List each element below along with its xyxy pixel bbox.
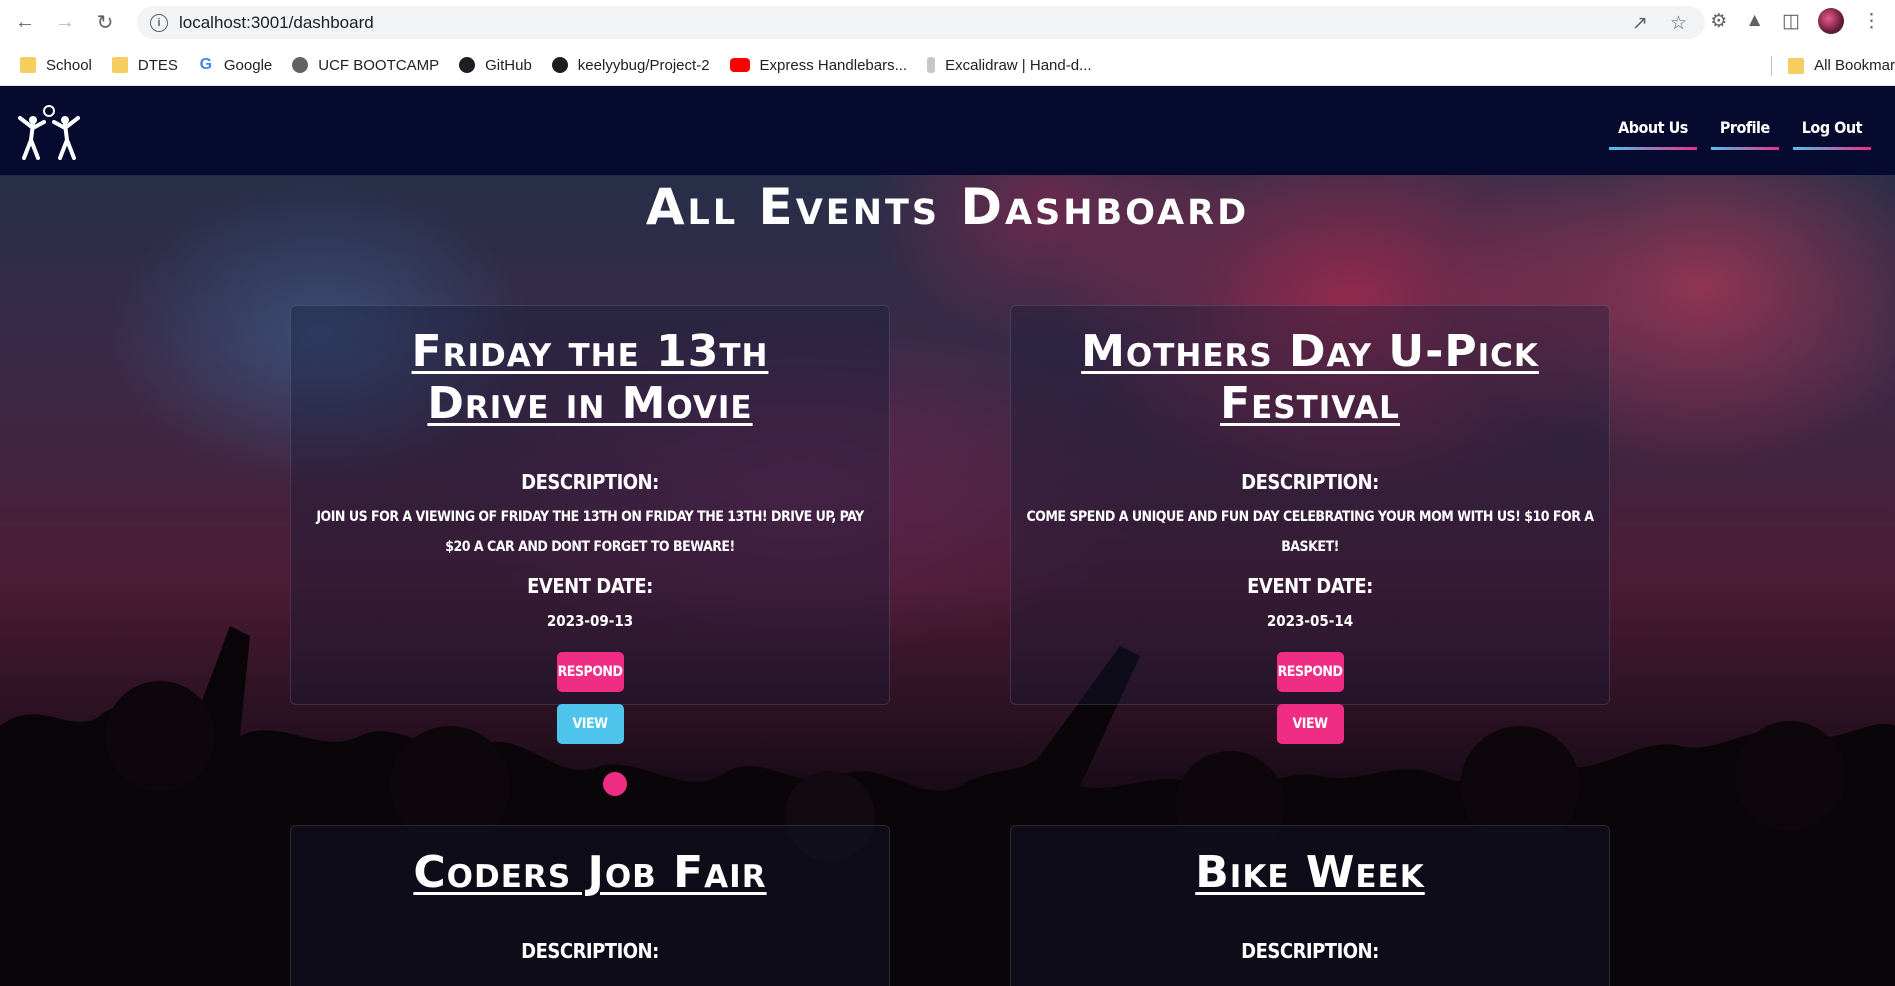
bookmark-ucf-bootcamp[interactable]: UCF BOOTCAMP	[292, 57, 439, 74]
excalidraw-icon	[927, 57, 936, 73]
description-label: Description:	[1241, 939, 1379, 963]
event-date-label: Event Date:	[1247, 574, 1373, 598]
bookmark-project-2[interactable]: keelyybug/Project-2	[551, 57, 710, 74]
page-background: About Us Profile Log Out All Events Dash…	[0, 86, 1895, 986]
bookmark-excalidraw[interactable]: Excalidraw | Hand-d...	[927, 57, 1092, 74]
bookmark-express-handlebars[interactable]: Express Handlebars...	[729, 57, 907, 74]
all-bookmarks[interactable]: All Bookmar	[1788, 57, 1895, 74]
description-label: Description:	[521, 470, 659, 494]
bookmark-google[interactable]: G Google	[198, 56, 273, 74]
reload-icon[interactable]: ↻	[90, 8, 120, 38]
back-icon[interactable]: ←	[10, 8, 40, 38]
event-date: 2023-05-14	[1266, 612, 1354, 630]
event-date: 2023-09-13	[546, 612, 634, 630]
folder-icon	[111, 57, 128, 73]
respond-button[interactable]: Respond	[556, 652, 624, 692]
profile-avatar[interactable]	[1818, 8, 1844, 34]
event-card-friday-13th: Friday the 13th Drive in Movie Descripti…	[290, 326, 890, 744]
globe-icon	[292, 57, 309, 73]
event-description: Come spend a unique and fun day celebrat…	[1026, 509, 1594, 555]
menu-icon[interactable]: ⋮	[1862, 10, 1881, 33]
view-button[interactable]: View	[1276, 704, 1344, 744]
dancers-logo-icon[interactable]	[16, 104, 82, 160]
page-title: All Events Dashboard	[645, 178, 1250, 236]
address-bar[interactable]: i localhost:3001/dashboard ↗ ☆	[137, 6, 1705, 39]
event-title[interactable]: Mothers Day U-Pick Festival	[1010, 326, 1610, 430]
event-title[interactable]: Coders Job Fair	[290, 847, 890, 899]
description-label: Description:	[521, 939, 659, 963]
url-text[interactable]: localhost:3001/dashboard	[179, 13, 374, 33]
bookmark-github[interactable]: GitHub	[459, 57, 532, 74]
nav-profile[interactable]: Profile	[1710, 110, 1779, 150]
youtube-icon	[729, 58, 750, 72]
event-date-label: Event Date:	[527, 574, 653, 598]
bookmark-dtes[interactable]: DTES	[111, 57, 178, 74]
folder-icon	[20, 57, 36, 73]
site-info-icon[interactable]: i	[150, 13, 168, 32]
respond-button[interactable]: Respond	[1276, 652, 1344, 692]
description-label: Description:	[1241, 470, 1379, 494]
event-card-mothers-day: Mothers Day U-Pick Festival Description:…	[1010, 326, 1610, 744]
bookmark-school[interactable]: School	[20, 57, 92, 74]
crowd-silhouette	[0, 626, 1895, 986]
extensions-icon[interactable]: ⚙	[1710, 10, 1727, 33]
site-nav: About Us Profile Log Out	[1609, 110, 1871, 150]
share-icon[interactable]: ↗	[1632, 12, 1648, 35]
browser-toolbar: ← → ↻ i localhost:3001/dashboard ↗ ☆ ⚙ ▲…	[0, 0, 1895, 45]
event-card-bike-week: Bike Week Description:	[1010, 847, 1610, 963]
bookmark-separator	[1771, 55, 1773, 76]
event-title[interactable]: Friday the 13th Drive in Movie	[290, 326, 890, 430]
github-icon	[551, 57, 568, 73]
bookmark-star-icon[interactable]: ☆	[1670, 12, 1687, 35]
site-header: About Us Profile Log Out	[0, 86, 1895, 175]
event-title[interactable]: Bike Week	[1010, 847, 1610, 899]
google-icon: G	[199, 56, 213, 73]
side-panel-icon[interactable]: ◫	[1782, 10, 1800, 33]
event-card-coders-job-fair: Coders Job Fair Description:	[290, 847, 890, 963]
bookmarks-bar: School DTES G Google UCF BOOTCAMP GitHub …	[0, 45, 1895, 86]
view-button[interactable]: View	[556, 704, 624, 744]
lab-icon[interactable]: ▲	[1745, 10, 1764, 32]
nav-log-out[interactable]: Log Out	[1792, 110, 1871, 150]
nav-about-us[interactable]: About Us	[1609, 110, 1697, 150]
cursor-indicator	[603, 772, 627, 796]
github-icon	[459, 57, 476, 73]
folder-icon	[1788, 57, 1805, 74]
forward-icon[interactable]: →	[50, 8, 80, 38]
event-description: Join us for a viewing of Friday the 13th…	[316, 509, 864, 555]
